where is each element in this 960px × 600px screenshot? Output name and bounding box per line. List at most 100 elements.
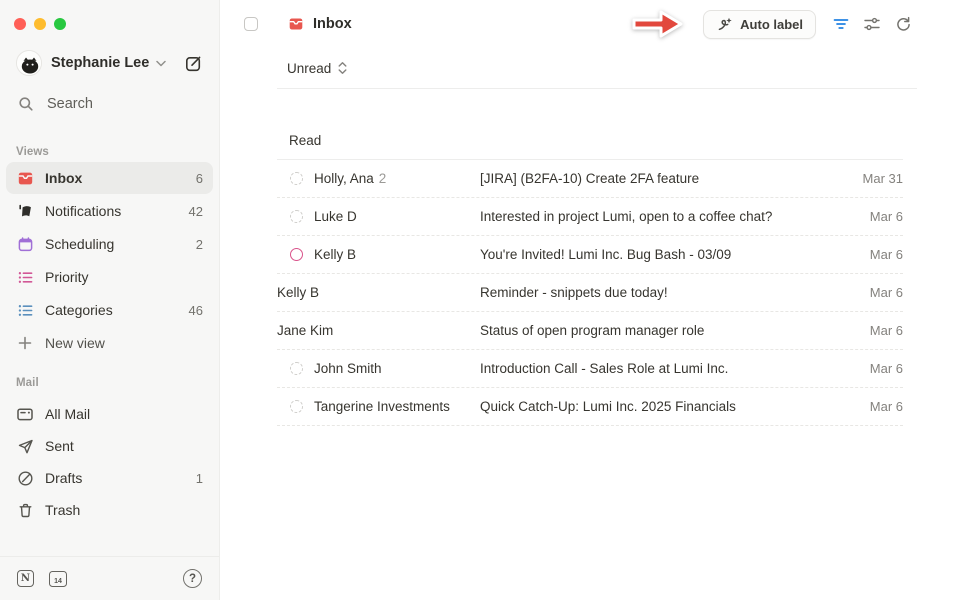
select-all-checkbox[interactable] [244,17,258,31]
sidebar-item-trash[interactable]: Trash [6,494,213,526]
sender-name: John Smith [314,361,382,376]
sidebar-item-drafts[interactable]: Drafts 1 [6,462,213,494]
minimize-window-button[interactable] [34,18,46,30]
sidebar-item-scheduling[interactable]: Scheduling 2 [6,228,213,260]
email-subject: Interested in project Lumi, open to a co… [480,209,870,224]
inbox-icon [288,16,304,32]
email-date: Mar 6 [870,399,903,414]
sidebar-item-label: All Mail [45,406,90,422]
avatar [16,50,42,76]
email-date: Mar 6 [870,323,903,338]
account-switcher[interactable]: Stephanie Lee [0,49,219,77]
sidebar-item-sent[interactable]: Sent [6,430,213,462]
read-section-label: Read [289,133,960,148]
sidebar-item-label: Priority [45,269,89,285]
sidebar-item-categories[interactable]: Categories 46 [6,294,213,326]
profile-name: Stephanie Lee [51,55,149,71]
zoom-window-button[interactable] [54,18,66,30]
unread-count: 46 [189,303,203,318]
priority-list-icon [16,268,34,286]
notion-calendar-icon[interactable]: 14 [49,571,67,587]
sidebar-item-label: Sent [45,438,74,454]
unread-count: 6 [196,171,203,186]
compose-icon[interactable] [184,54,203,73]
close-window-button[interactable] [14,18,26,30]
email-row[interactable]: Holly, Ana 2 [JIRA] (B2FA-10) Create 2FA… [277,160,903,198]
email-subject: You're Invited! Lumi Inc. Bug Bash - 03/… [480,247,870,262]
sender-name: Tangerine Investments [314,399,450,414]
sender-name: Luke D [314,209,357,224]
notion-logo-icon[interactable]: N [17,570,34,587]
auto-label-button[interactable]: Auto label [703,10,816,39]
search-input[interactable]: Search [0,92,219,116]
chevron-down-icon [156,60,166,67]
refresh-icon[interactable] [894,15,912,33]
help-icon[interactable]: ? [183,569,202,588]
email-row[interactable]: Tangerine Investments Quick Catch-Up: Lu… [277,388,903,426]
send-icon [16,437,34,455]
email-subject: Reminder - snippets due today! [480,285,870,300]
sender-name: Jane Kim [277,323,333,338]
mail-section-label: Mail [0,377,219,389]
sidebar-item-inbox[interactable]: Inbox 6 [6,162,213,194]
email-row[interactable]: Kelly B Reminder - snippets due today! M… [277,274,903,312]
dashed-avatar-placeholder [290,362,303,375]
auto-label-button-label: Auto label [740,17,803,32]
sidebar: Stephanie Lee Search Views [0,0,220,600]
dashed-avatar-placeholder [290,172,303,185]
sort-label: Unread [287,61,331,76]
sidebar-item-priority[interactable]: Priority [6,261,213,293]
unread-count: 1 [196,471,203,486]
email-date: Mar 6 [870,361,903,376]
dashed-avatar-placeholder [290,400,303,413]
unread-sort-control[interactable]: Unread [287,61,348,76]
notifications-icon [16,202,34,220]
sidebar-item-label: Scheduling [45,236,114,252]
sidebar-item-label: Notifications [45,203,121,219]
email-row[interactable]: Kelly B You're Invited! Lumi Inc. Bug Ba… [277,236,903,274]
sliders-icon[interactable] [863,15,881,33]
email-row[interactable]: Jane Kim Status of open program manager … [277,312,903,350]
dashed-avatar-placeholder [290,210,303,223]
email-date: Mar 31 [863,171,903,186]
sender-name: Kelly B [277,285,319,300]
mail-nav: All Mail Sent Drafts 1 [0,398,219,526]
email-row[interactable]: John Smith Introduction Call - Sales Rol… [277,350,903,388]
all-mail-icon [16,405,34,423]
email-subject: Introduction Call - Sales Role at Lumi I… [480,361,870,376]
trash-icon [16,501,34,519]
sidebar-item-label: Inbox [45,170,82,186]
email-date: Mar 6 [870,247,903,262]
email-list: Holly, Ana 2 [JIRA] (B2FA-10) Create 2FA… [277,160,903,426]
email-date: Mar 6 [870,209,903,224]
window-controls [0,0,219,30]
sender-name: Kelly B [314,247,356,262]
sidebar-item-label: Trash [45,502,80,518]
views-nav: Inbox 6 Notifications 42 Scheduling [0,162,219,359]
inbox-icon [16,169,34,187]
filter-icon[interactable] [832,15,850,33]
sidebar-item-label: Categories [45,302,113,318]
thread-count: 2 [379,171,387,186]
mail-list-pane: Inbox Auto label [220,0,960,600]
sidebar-item-notifications[interactable]: Notifications 42 [6,195,213,227]
unread-count: 2 [196,237,203,252]
plus-icon [16,334,34,352]
annotation-arrow-icon [628,7,686,41]
sidebar-item-all-mail[interactable]: All Mail [6,398,213,430]
email-date: Mar 6 [870,285,903,300]
unread-count: 42 [189,204,203,219]
categories-list-icon [16,301,34,319]
email-row[interactable]: Luke D Interested in project Lumi, open … [277,198,903,236]
auto-label-sparkle-icon [716,16,733,33]
sort-updown-icon [337,61,348,75]
new-view-button[interactable]: New view [6,327,213,359]
views-section-label: Views [0,146,219,158]
sidebar-item-label: New view [45,335,105,351]
email-subject: [JIRA] (B2FA-10) Create 2FA feature [480,171,863,186]
draft-icon [16,469,34,487]
ring-avatar-placeholder [290,248,303,261]
calendar-icon [16,235,34,253]
list-header: Inbox Auto label [220,0,960,48]
email-subject: Quick Catch-Up: Lumi Inc. 2025 Financial… [480,399,870,414]
